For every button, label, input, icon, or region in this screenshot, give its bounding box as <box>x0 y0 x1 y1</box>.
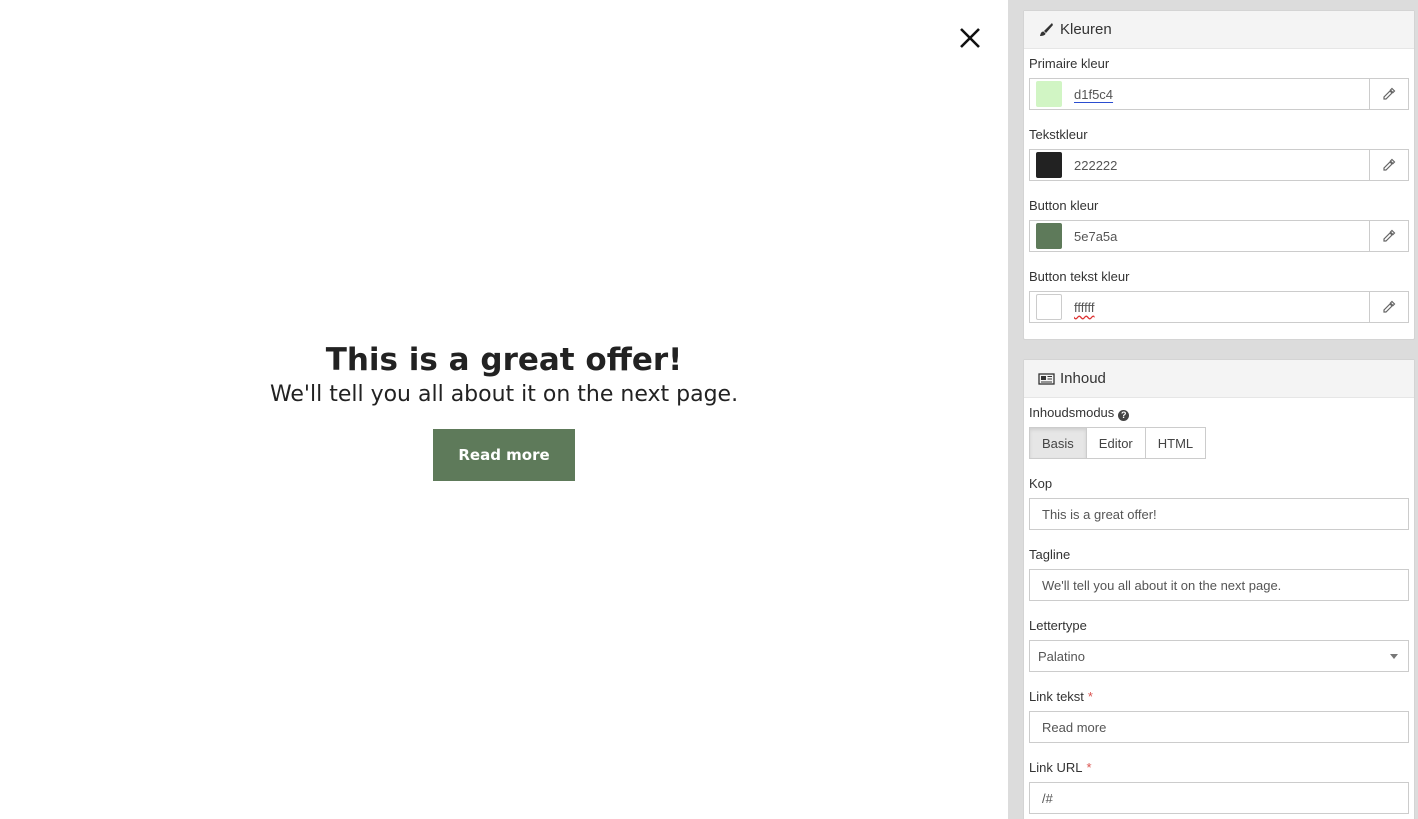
primary-color-swatch[interactable] <box>1036 81 1062 107</box>
button-text-color-picker[interactable] <box>1369 292 1408 322</box>
text-color-input[interactable]: 222222 <box>1068 150 1369 180</box>
button-text-color-swatch[interactable] <box>1036 294 1062 320</box>
mode-editor-button[interactable]: Editor <box>1085 427 1146 459</box>
text-color-label: Tekstkleur <box>1029 127 1088 142</box>
mode-basis-button[interactable]: Basis <box>1029 427 1087 459</box>
offer-title: This is a great offer! <box>325 342 683 378</box>
newspaper-icon <box>1038 371 1056 387</box>
link-text-input[interactable]: Read more <box>1029 711 1409 743</box>
paintbrush-icon <box>1038 22 1056 38</box>
text-color-field: 222222 <box>1029 149 1409 181</box>
colors-panel-title: Kleuren <box>1060 21 1112 38</box>
eyedropper-icon <box>1383 87 1396 100</box>
read-more-button[interactable]: Read more <box>433 429 575 481</box>
primary-color-label: Primaire kleur <box>1029 56 1110 71</box>
button-color-input[interactable]: 5e7a5a <box>1068 221 1369 251</box>
button-text-color-input[interactable]: ffffff <box>1068 292 1369 322</box>
button-text-color-label: Button tekst kleur <box>1029 269 1130 284</box>
kop-input[interactable]: This is a great offer! <box>1029 498 1409 530</box>
font-select-value: Palatino <box>1038 648 1085 664</box>
settings-sidebar: Kleuren Primaire kleur d1f5c4 Tekstkleur… <box>1008 0 1418 819</box>
text-color-picker[interactable] <box>1369 150 1408 180</box>
eyedropper-icon <box>1383 300 1396 313</box>
colors-panel: Kleuren Primaire kleur d1f5c4 Tekstkleur… <box>1023 10 1415 340</box>
content-panel-title: Inhoud <box>1060 370 1106 387</box>
eyedropper-icon <box>1383 158 1396 171</box>
required-mark: * <box>1087 689 1093 704</box>
preview-area: This is a great offer! We'll tell you al… <box>0 0 1008 819</box>
primary-color-input[interactable]: d1f5c4 <box>1068 79 1369 109</box>
font-label: Lettertype <box>1029 618 1087 633</box>
text-color-swatch[interactable] <box>1036 152 1062 178</box>
colors-panel-header: Kleuren <box>1024 11 1414 49</box>
content-mode-toggle: Basis Editor HTML <box>1029 427 1409 459</box>
button-color-swatch[interactable] <box>1036 223 1062 249</box>
button-color-label: Button kleur <box>1029 198 1099 213</box>
primary-color-picker[interactable] <box>1369 79 1408 109</box>
help-icon[interactable]: ? <box>1118 410 1130 421</box>
kop-label: Kop <box>1029 476 1053 491</box>
content-mode-label: Inhoudsmodus? <box>1029 405 1409 421</box>
chevron-down-icon <box>1390 654 1398 659</box>
close-button[interactable] <box>956 24 984 52</box>
content-panel-header: Inhoud <box>1024 360 1414 398</box>
button-text-color-field: ffffff <box>1029 291 1409 323</box>
eyedropper-icon <box>1383 229 1396 242</box>
button-color-picker[interactable] <box>1369 221 1408 251</box>
link-url-input[interactable]: /# <box>1029 782 1409 814</box>
close-icon <box>960 28 980 48</box>
mode-html-button[interactable]: HTML <box>1144 427 1207 459</box>
offer-tagline: We'll tell you all about it on the next … <box>269 382 739 407</box>
content-panel: Inhoud Inhoudsmodus? Basis Editor HTML K… <box>1023 359 1415 819</box>
link-url-label: Link URL * <box>1029 760 1092 775</box>
button-color-field: 5e7a5a <box>1029 220 1409 252</box>
tagline-input[interactable]: We'll tell you all about it on the next … <box>1029 569 1409 601</box>
link-text-label: Link tekst * <box>1029 689 1093 704</box>
tagline-label: Tagline <box>1029 547 1071 562</box>
offer-block: This is a great offer! We'll tell you al… <box>0 340 1008 481</box>
font-select[interactable]: Palatino <box>1029 640 1409 672</box>
primary-color-field: d1f5c4 <box>1029 78 1409 110</box>
required-mark: * <box>1086 760 1092 775</box>
